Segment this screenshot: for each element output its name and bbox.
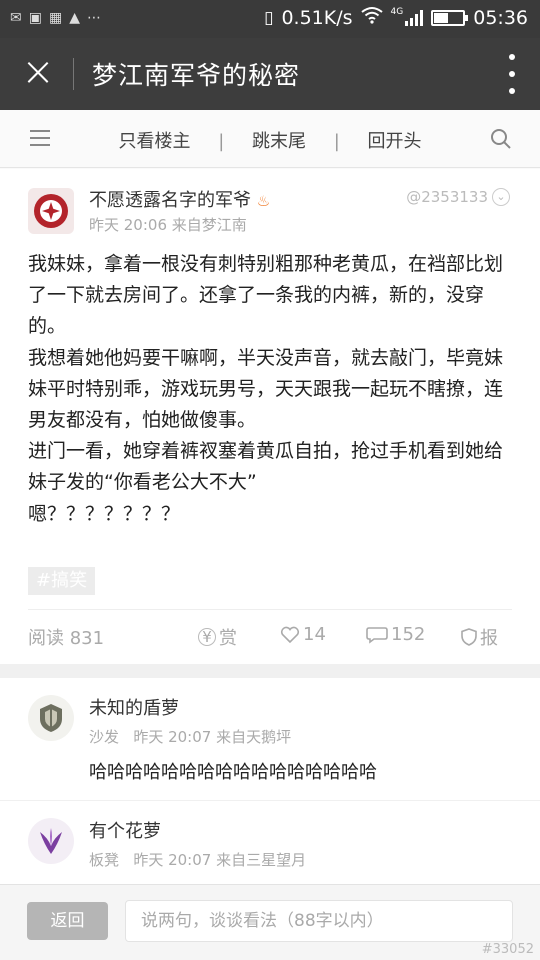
floor-label: 沙发 xyxy=(89,728,120,746)
topic-tag-label: #搞笑 xyxy=(36,570,88,591)
author-uid[interactable]: @2353133 ⌄ xyxy=(406,188,510,206)
comment-count: 152 xyxy=(391,624,426,645)
chat-icon: ✉ xyxy=(10,10,22,26)
emblem-icon xyxy=(34,194,68,228)
main-post: 不愿透露名字的军爷 ♨ 昨天 20:06 来自梦江南 @2353133 ⌄ 我妹… xyxy=(0,169,540,664)
vibrate-icon: ▯ xyxy=(264,7,274,28)
back-to-top-link[interactable]: 回开头 xyxy=(368,131,422,152)
post-content: 我妹妹，拿着一根没有刺特别粗那种老黄瓜，在裆部比划了一下就去房间了。还拿了一条我… xyxy=(28,249,518,530)
commenter-avatar[interactable] xyxy=(28,695,74,741)
thread-nav-links: 只看楼主 | 跳末尾 | 回开头 xyxy=(0,127,540,153)
report-button[interactable]: 报 xyxy=(461,624,498,650)
post-actions: 阅读 831 ¥ 赏 14 152 报 xyxy=(28,622,512,652)
comment-item[interactable]: 有个花萝 板凳 昨天 20:07 来自三星望月 xyxy=(0,800,540,884)
content-paragraph: 嗯？？？？？？？ xyxy=(28,502,181,525)
commenter-name[interactable]: 有个花萝 xyxy=(89,817,161,843)
flower-icon xyxy=(40,828,62,854)
topic-tag[interactable]: #搞笑 xyxy=(28,567,96,595)
comment-meta: 沙发 昨天 20:07 来自天鹅坪 xyxy=(89,726,291,747)
reward-label: 赏 xyxy=(219,628,237,649)
wifi-icon xyxy=(360,6,383,29)
reply-bar: 返回 说两句，谈谈看法（88字以内） xyxy=(0,884,540,960)
content-paragraph: 我妹妹，拿着一根没有刺特别粗那种老黄瓜，在裆部比划了一下就去房间了。还拿了一条我… xyxy=(28,253,504,338)
heart-icon xyxy=(280,626,300,643)
commenter-avatar[interactable] xyxy=(28,818,74,864)
author-uid-text: @2353133 xyxy=(406,188,488,206)
network-speed: 0.51K/s xyxy=(281,6,353,29)
divider xyxy=(28,609,512,610)
page-title: 梦江南军爷的秘密 xyxy=(92,61,301,90)
close-icon[interactable]: × xyxy=(20,52,56,92)
more-notifications-icon: ⋯ xyxy=(86,10,101,26)
app-icon: ▲ xyxy=(69,10,80,26)
post-meta: 昨天 20:06 来自梦江南 xyxy=(89,216,247,234)
reward-button[interactable]: ¥ 赏 xyxy=(198,624,237,650)
watermark: #33052 xyxy=(481,942,534,957)
author-name[interactable]: 不愿透露名字的军爷 ♨ xyxy=(89,186,270,212)
apps-icon: ▦ xyxy=(48,10,63,26)
fire-icon: ♨ xyxy=(256,192,271,210)
comment-text: 哈哈哈哈哈哈哈哈哈哈哈哈哈哈哈哈 xyxy=(89,762,377,783)
title-bar: × 梦江南军爷的秘密 xyxy=(0,38,540,110)
commenter-name[interactable]: 未知的盾萝 xyxy=(89,694,179,720)
helmet-icon xyxy=(40,704,62,732)
floor-label: 板凳 xyxy=(89,851,120,869)
reply-input[interactable]: 说两句，谈谈看法（88字以内） xyxy=(125,900,513,942)
like-count: 14 xyxy=(303,624,326,645)
comment-time-source: 昨天 20:07 来自三星望月 xyxy=(133,851,307,869)
thread-toolbar: 只看楼主 | 跳末尾 | 回开头 xyxy=(0,110,540,168)
author-name-text: 不愿透露名字的军爷 xyxy=(89,190,251,211)
read-count: 阅读 831 xyxy=(28,628,105,649)
yen-icon: ¥ xyxy=(198,628,216,646)
comment-icon xyxy=(366,626,388,644)
more-options-icon[interactable] xyxy=(506,54,518,94)
comment-item[interactable]: 未知的盾萝 沙发 昨天 20:07 来自天鹅坪 哈哈哈哈哈哈哈哈哈哈哈哈哈哈哈哈 xyxy=(0,678,540,800)
nav-separator: | xyxy=(333,131,340,152)
only-author-link[interactable]: 只看楼主 xyxy=(118,131,190,152)
notification-icons: ✉ ▣ ▦ ▲ ⋯ xyxy=(10,10,101,26)
battery-icon xyxy=(431,9,469,26)
author-avatar[interactable] xyxy=(28,188,74,234)
back-button[interactable]: 返回 xyxy=(27,902,108,940)
image-icon: ▣ xyxy=(28,10,42,26)
jump-to-end-link[interactable]: 跳末尾 xyxy=(252,131,306,152)
chevron-down-icon[interactable]: ⌄ xyxy=(492,188,510,206)
report-label: 报 xyxy=(480,628,498,649)
signal-type: 4G xyxy=(390,6,404,17)
comment-button[interactable]: 152 xyxy=(366,624,425,645)
content-paragraph: 进门一看，她穿着裤衩塞着黄瓜自拍，抢过手机看到她给妹子发的“你看老公大不大” xyxy=(28,440,504,494)
comment-time-source: 昨天 20:07 来自天鹅坪 xyxy=(133,728,292,746)
content-paragraph: 我想着她他妈要干嘛啊，半天没声音，就去敲门，毕竟妹妹平时特别乖，游戏玩男号，天天… xyxy=(28,346,504,432)
search-icon[interactable] xyxy=(490,128,512,150)
comment-meta: 板凳 昨天 20:07 来自三星望月 xyxy=(89,849,306,870)
shield-icon xyxy=(461,628,477,646)
title-divider xyxy=(73,58,74,90)
like-button[interactable]: 14 xyxy=(280,624,326,645)
status-bar: ✉ ▣ ▦ ▲ ⋯ ▯ 0.51K/s 4G 05:36 xyxy=(0,0,540,38)
cellular-signal-icon xyxy=(405,9,424,26)
nav-separator: | xyxy=(218,131,225,152)
clock: 05:36 xyxy=(473,6,528,29)
section-gap xyxy=(0,664,540,678)
